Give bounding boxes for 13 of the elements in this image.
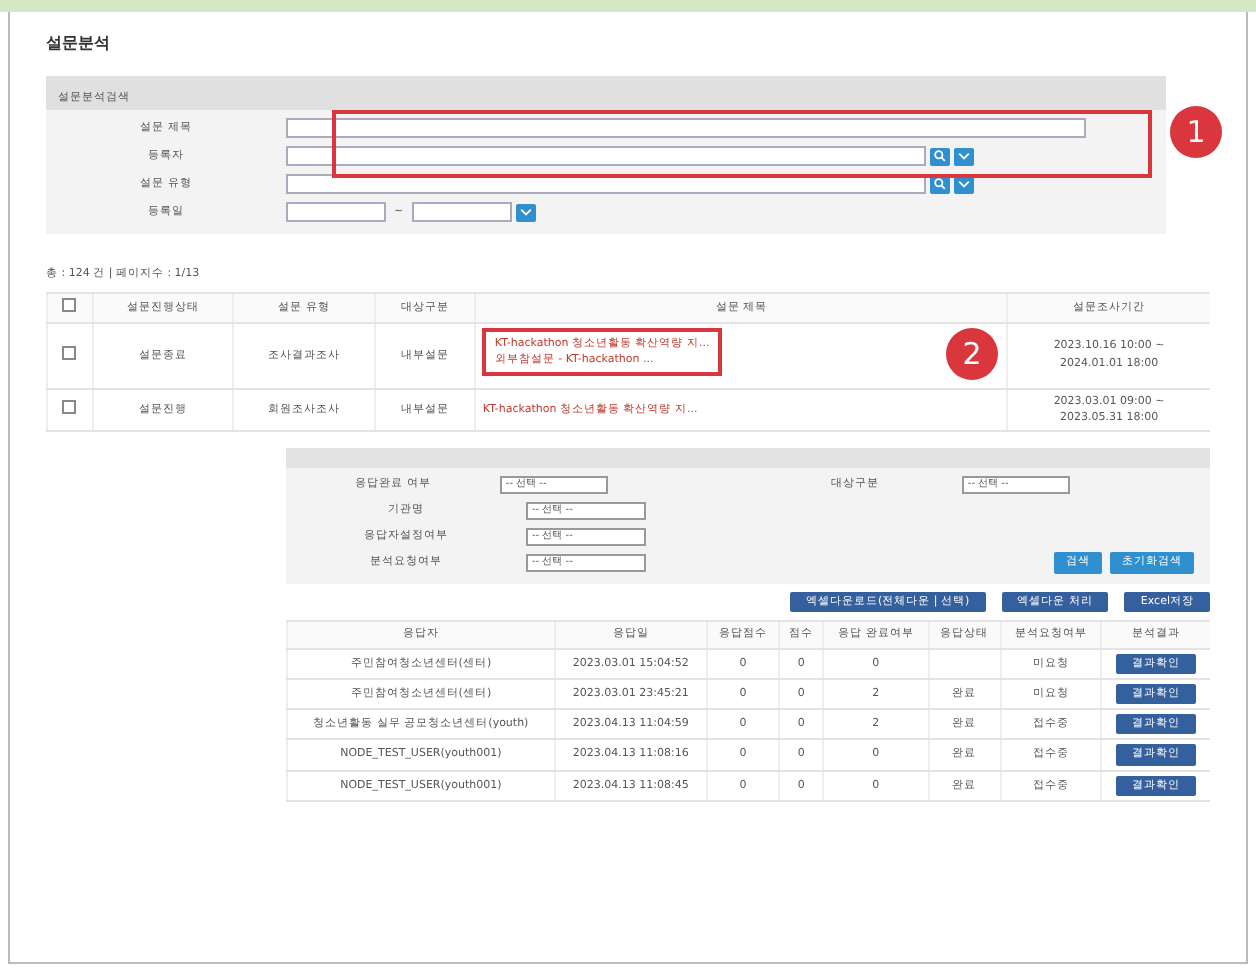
dropdown-icon[interactable] xyxy=(954,147,974,166)
search-icon[interactable] xyxy=(930,147,950,166)
page-title: 설문분석 xyxy=(46,32,112,56)
dropdown-icon[interactable] xyxy=(515,203,536,222)
callout-badge: 1 xyxy=(1170,106,1222,158)
date-field[interactable] xyxy=(286,202,386,223)
input-field[interactable] xyxy=(286,146,926,167)
date-field[interactable] xyxy=(411,202,512,223)
callout-badge: 2 xyxy=(946,327,999,380)
checkbox[interactable] xyxy=(62,399,77,414)
input-field[interactable] xyxy=(286,118,1086,139)
checkbox[interactable] xyxy=(62,345,77,359)
checkbox[interactable] xyxy=(62,297,77,311)
